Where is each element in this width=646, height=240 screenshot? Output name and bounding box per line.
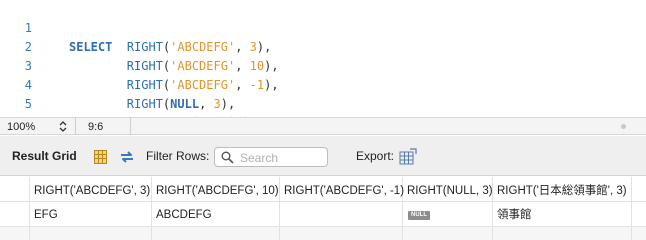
column-header[interactable]: RIGHT('ABCDEFG', 10) — [156, 184, 279, 198]
code-line: 6 — [0, 95, 646, 117]
sql-editor[interactable]: 1 SELECT RIGHT('ABCDEFG', 3), 2 RIGHT('A… — [0, 0, 646, 117]
header-divider — [0, 201, 646, 202]
results-grid[interactable]: RIGHT('ABCDEFG', 3) RIGHT('ABCDEFG', 10)… — [0, 177, 646, 240]
editor-status-bar: 100% 9:6 — [0, 117, 646, 135]
code-line: 3 RIGHT('ABCDEFG', -1), — [0, 38, 646, 92]
code-line: 2 RIGHT('ABCDEFG', 10), — [0, 19, 646, 73]
table-cell[interactable]: EFG — [34, 208, 58, 222]
search-icon — [221, 151, 234, 164]
column-divider — [29, 177, 30, 240]
result-toolbar: Result Grid Filter Rows: Export: — [0, 136, 646, 176]
column-header[interactable]: RIGHT('日本総領事館', 3) — [497, 184, 629, 198]
table-cell[interactable]: 領事館 — [497, 208, 532, 222]
filter-search-box[interactable] — [214, 147, 328, 167]
table-cell[interactable]: ABCDEFG — [156, 208, 212, 222]
refresh-icon[interactable] — [119, 150, 135, 164]
column-divider — [279, 177, 280, 240]
result-grid-label: Result Grid — [12, 149, 77, 163]
row-divider — [0, 226, 646, 227]
status-divider — [75, 118, 76, 135]
code-line: 1 SELECT RIGHT('ABCDEFG', 3), — [0, 0, 646, 54]
export-label: Export: — [356, 149, 395, 163]
column-divider — [151, 177, 152, 240]
code-line: 4 RIGHT(NULL, 3), — [0, 57, 646, 111]
export-icon[interactable] — [399, 148, 417, 165]
code-line: 5 RIGHT('日本総領事館', 3); — [0, 76, 646, 117]
splitter-handle[interactable] — [621, 124, 626, 129]
grid-view-icon[interactable] — [94, 150, 107, 164]
null-badge[interactable]: NULL — [408, 211, 430, 220]
zoom-stepper-icon[interactable] — [58, 120, 68, 133]
column-divider — [631, 177, 632, 240]
zoom-level[interactable]: 100% — [7, 119, 35, 135]
filter-rows-label: Filter Rows: — [146, 149, 210, 163]
cursor-position: 9:6 — [88, 121, 104, 133]
column-header[interactable]: RIGHT(NULL, 3) — [407, 184, 493, 198]
table-row-empty — [0, 227, 646, 240]
column-header[interactable]: RIGHT('ABCDEFG', -1) — [284, 184, 404, 198]
column-header[interactable]: RIGHT('ABCDEFG', 3) — [34, 184, 150, 198]
status-divider — [130, 118, 131, 135]
search-input[interactable] — [240, 150, 324, 165]
